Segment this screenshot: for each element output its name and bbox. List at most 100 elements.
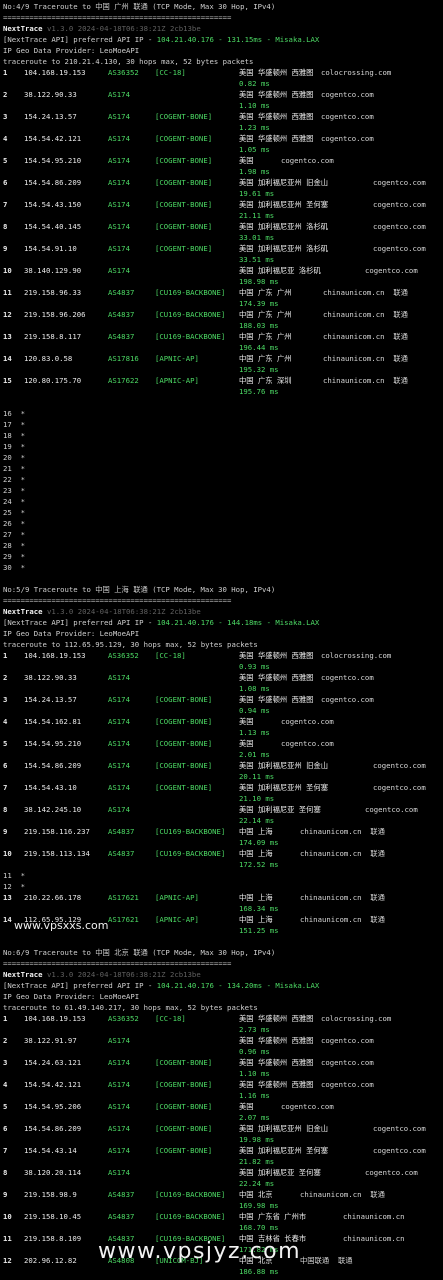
hop-ip: 38.122.90.33 [24, 90, 77, 99]
hop-tag: [CU169-BACKBONE] [155, 288, 226, 297]
hop-row: 3 154.24.13.57 AS174 [COGENT-BONE] 美国 华盛顿州 西… [3, 111, 441, 133]
app-name: NextTrace [3, 607, 43, 616]
timeout-hop: 25 * [3, 508, 25, 517]
hop-asn: AS174 [108, 783, 130, 792]
hop-asn: AS4837 [108, 1212, 135, 1221]
hop-tag: [CU169-BACKBONE] [155, 1190, 226, 1199]
api-value: 104.21.40.176 - 134.20ms - Misaka.LAX [156, 981, 320, 990]
hop-number: 5 [3, 156, 8, 165]
hop-ip: 219.158.96.33 [24, 288, 82, 297]
hop-geo: 中国 广东 广州 [239, 288, 292, 297]
hop-ip: 154.24.13.57 [24, 695, 77, 704]
hop-rtt: 1.10 ms [239, 1069, 270, 1078]
hop-number: 9 [3, 827, 8, 836]
hop-geo: 中国 广东 深圳 [239, 376, 292, 385]
timeout-hop: 19 * [3, 442, 25, 451]
hop-row: 9 219.158.116.237 AS4837 [CU169-BACKBONE] 中国… [3, 826, 441, 848]
app-version: v1.3.0 2024-04-18T06:38:21Z 2cb13be [46, 607, 201, 616]
hop-rtt: 33.51 ms [239, 255, 275, 264]
hop-row: 4 154.54.42.121 AS174 [COGENT-BONE] 美国 华盛顿州 … [3, 133, 441, 155]
hop-asn: AS174 [108, 1080, 130, 1089]
hop-host: chinaunicom.cn 联通 [323, 332, 408, 341]
hop-ip: 154.54.43.10 [24, 783, 77, 792]
hop-ip: 154.54.43.150 [24, 200, 82, 209]
hop-geo: 美国 [239, 156, 254, 165]
watermark-small: www.vpsxxs.com [14, 919, 109, 932]
hop-number: 4 [3, 134, 8, 143]
hop-number: 7 [3, 200, 8, 209]
hop-rtt: 2.07 ms [239, 1113, 270, 1122]
hop-ip: 219.158.98.9 [24, 1190, 77, 1199]
hop-number: 9 [3, 1190, 8, 1199]
geo-provider: IP Geo Data Provider: LeoMoeAPI [3, 46, 140, 55]
hop-row: 5 154.54.95.210 AS174 [COGENT-BONE] 美国 cogent… [3, 155, 441, 177]
timeout-hop: 18 * [3, 431, 25, 440]
hop-rtt: 22.14 ms [239, 816, 275, 825]
hop-ip: 154.54.43.14 [24, 1146, 77, 1155]
hop-number: 4 [3, 1080, 8, 1089]
hop-rtt: 20.11 ms [239, 772, 275, 781]
hop-row: 5 154.54.95.210 AS174 [COGENT-BONE] 美国 cogent… [3, 738, 441, 760]
hop-geo: 美国 华盛顿州 西雅图 [239, 1080, 314, 1089]
hop-tag: [COGENT-BONE] [155, 1058, 213, 1067]
app-version: v1.3.0 2024-04-18T06:38:21Z 2cb13be [46, 24, 201, 33]
hop-geo: 美国 华盛顿州 西雅图 [239, 1058, 314, 1067]
hop-asn: AS174 [108, 1102, 130, 1111]
hop-ip: 154.54.42.121 [24, 134, 82, 143]
hop-rtt: 1.05 ms [239, 145, 270, 154]
timeout-hop: 27 * [3, 530, 25, 539]
hop-rtt: 151.25 ms [239, 926, 279, 935]
timeout-hop: 21 * [3, 464, 25, 473]
hop-number: 14 [3, 354, 12, 363]
hop-tag: [COGENT-BONE] [155, 200, 213, 209]
hop-host: chinaunicom.cn [343, 1234, 405, 1243]
hop-geo: 美国 加利福尼亚 圣何塞 [239, 805, 321, 814]
hop-tag: [CU169-BACKBONE] [155, 1212, 226, 1221]
timeout-hop: 20 * [3, 453, 25, 462]
hop-geo: 中国 北京 [239, 1190, 273, 1199]
hop-host: chinaunicom.cn 联通 [300, 849, 385, 858]
hop-host: cogentco.com [365, 266, 418, 275]
hop-ip: 219.158.8.117 [24, 332, 82, 341]
api-label: [NextTrace API] preferred API IP - [3, 981, 157, 990]
hop-ip: 219.158.96.206 [24, 310, 86, 319]
hop-host: colocrossing.com [321, 1014, 392, 1023]
hop-rtt: 0.93 ms [239, 662, 270, 671]
hop-rtt: 188.03 ms [239, 321, 279, 330]
hop-geo: 美国 加利福尼亚州 旧金山 [239, 761, 329, 770]
hop-row: 3 154.24.63.121 AS174 [COGENT-BONE] 美国 华盛顿州 … [3, 1057, 441, 1079]
hop-ip: 154.54.86.209 [24, 761, 82, 770]
hop-rtt: 21.82 ms [239, 1157, 275, 1166]
hop-host: cogentco.com [373, 222, 426, 231]
timeout-hop: 24 * [3, 497, 25, 506]
hop-row: 6 154.54.86.209 AS174 [COGENT-BONE] 美国 加利福尼亚… [3, 177, 441, 199]
hop-asn: AS174 [108, 200, 130, 209]
hop-ip: 154.54.40.145 [24, 222, 82, 231]
hop-host: cogentco.com [281, 1102, 334, 1111]
hop-rtt: 33.01 ms [239, 233, 275, 242]
hop-rtt: 19.61 ms [239, 189, 275, 198]
hop-row: 9 154.54.91.10 AS174 [COGENT-BONE] 美国 加利福尼亚州… [3, 243, 441, 265]
hop-number: 1 [3, 651, 8, 660]
timeout-hop: 30 * [3, 563, 25, 572]
hop-number: 14 [3, 915, 12, 924]
hop-row: 2 38.122.91.97 AS174 美国 华盛顿州 西雅图 cogentco.co… [3, 1035, 441, 1057]
hop-ip: 38.140.129.90 [24, 266, 82, 275]
timeout-hop: 29 * [3, 552, 25, 561]
hop-ip: 219.158.113.134 [24, 849, 90, 858]
hop-host: cogentco.com [321, 695, 374, 704]
hop-host: cogentco.com [373, 1146, 426, 1155]
hop-number: 6 [3, 761, 8, 770]
hop-number: 3 [3, 695, 8, 704]
hop-geo: 中国 广东 广州 [239, 354, 292, 363]
hop-geo: 美国 华盛顿州 西雅图 [239, 673, 314, 682]
trace-header: No:6/9 Traceroute to 中国 北京 联通 (TCP Mode,… [3, 948, 276, 957]
hop-number: 6 [3, 178, 8, 187]
hop-asn: AS174 [108, 1058, 130, 1067]
hop-tag: [COGENT-BONE] [155, 1124, 213, 1133]
hop-asn: AS4837 [108, 1190, 135, 1199]
hop-host: cogentco.com [373, 244, 426, 253]
hop-row: 15 120.80.175.70 AS17622 [APNIC-AP] 中国 广东 深圳… [3, 375, 441, 397]
timeout-hop: 23 * [3, 486, 25, 495]
hop-tag: [COGENT-BONE] [155, 156, 213, 165]
